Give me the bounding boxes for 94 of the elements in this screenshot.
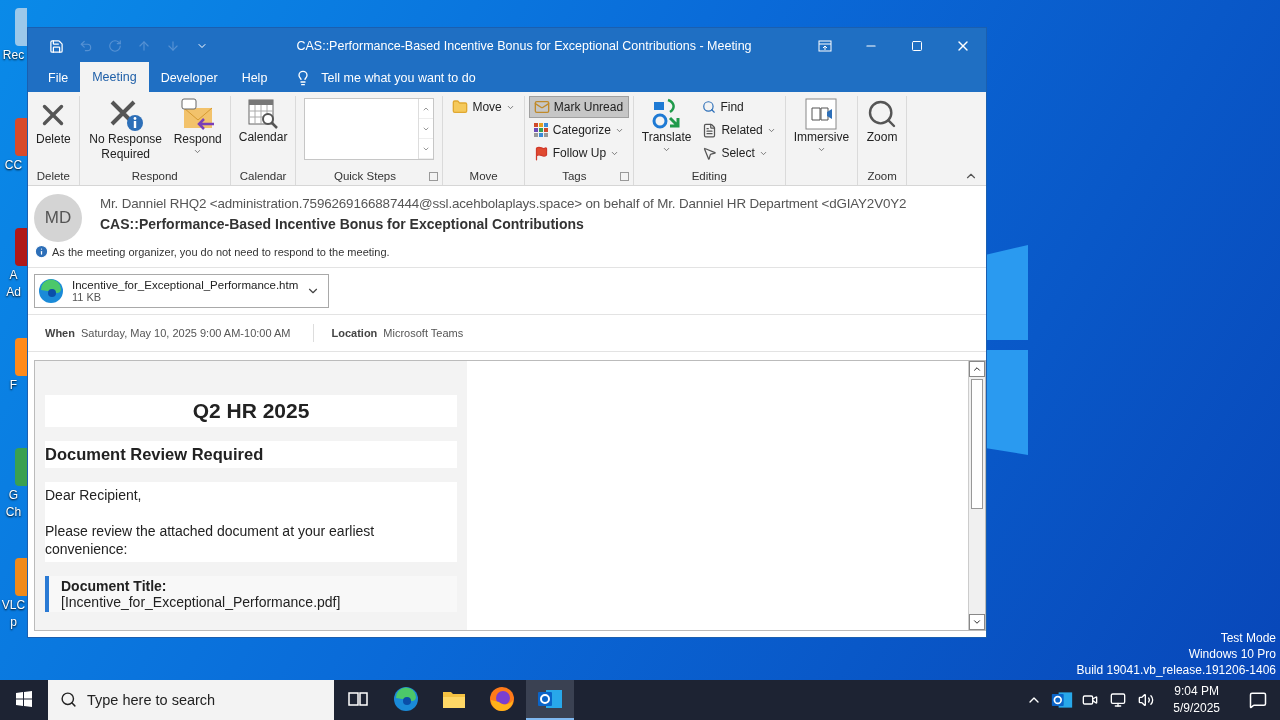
envelope-reply-icon (179, 98, 216, 132)
ribbon-tab[interactable]: Developer (148, 64, 230, 92)
ribbon-button[interactable]: Delete (32, 96, 75, 149)
email-heading: Q2 HR 2025 (191, 399, 311, 423)
calendar-search-icon (247, 98, 280, 130)
scroll-up-icon (972, 364, 982, 374)
translate-icon (651, 98, 682, 130)
ribbon-button[interactable]: Mark Unread (528, 96, 629, 118)
desktop-icon-label: VLC (1, 598, 26, 613)
body-paragraph: Please review the attached document at your earliest convenience: (45, 522, 376, 558)
scroll-down-button[interactable] (969, 614, 985, 630)
flag-icon (533, 145, 549, 161)
system-notice: Build 19041.vb_release.191206-1406 (1076, 662, 1276, 678)
info-icon (34, 244, 49, 259)
windows-icon (16, 691, 32, 707)
when-label: When (45, 327, 75, 339)
email-subheading: Document Review Required (45, 445, 265, 464)
attachment-size: 11 KB (72, 291, 103, 303)
desktop-app-icon[interactable] (15, 338, 27, 376)
ribbon-button[interactable]: Move (447, 96, 520, 118)
info-text: As the meeting organizer, you do not need to respond to the meeting. (52, 245, 390, 258)
ribbon-button[interactable]: Follow Up (528, 142, 629, 164)
group-label: Respond (131, 169, 178, 184)
maximize-icon (911, 40, 923, 52)
ribbon-button[interactable]: Related (697, 119, 781, 141)
immersive-reader-icon (805, 98, 838, 130)
caret-icon (193, 147, 203, 156)
taskbar-search-field[interactable]: Type here to search (48, 680, 334, 720)
ribbon-button[interactable]: No Response Required (83, 96, 168, 164)
category-grid-icon (533, 122, 549, 138)
ribbon-button[interactable]: Zoom (862, 96, 903, 147)
search-icon (702, 100, 717, 114)
scroll-thumb[interactable] (971, 379, 983, 509)
scroll-up-button[interactable] (969, 361, 985, 377)
attachment-name: Incentive_for_Exceptional_Performance.htm (72, 279, 299, 291)
envelope-icon (533, 99, 550, 115)
callout-title: Document Title: (61, 578, 168, 594)
edge-icon (38, 278, 64, 304)
ribbon-button[interactable]: Immersive (789, 96, 854, 156)
tell-me-field[interactable]: Tell me what you want to do (319, 70, 524, 86)
desktop-icon-label: p (10, 615, 17, 630)
sender-line: Mr. Danniel RHQ2 <administration.7596269166887444@ssl.acehbolaplays.space> on behalf of Mr. Danniel HR Department <dGIAY2V0Y2 (100, 196, 907, 211)
desktop-icon-label: A (9, 268, 18, 283)
group-label: Tags (562, 169, 587, 184)
ribbon-button[interactable]: Translate (637, 96, 696, 156)
group-label: Delete (36, 169, 70, 184)
system-notice: Windows 10 Pro (1188, 646, 1276, 662)
ribbon-tab[interactable]: Meeting (80, 62, 149, 92)
dialog-launcher-icon[interactable] (429, 171, 439, 181)
taskbar-app-button[interactable] (526, 680, 574, 720)
task-view-icon (348, 690, 368, 708)
ribbon-button[interactable]: Find (697, 96, 781, 118)
outlook-icon (537, 687, 563, 711)
edge-icon (393, 686, 419, 712)
window-title: CAS::Performance-Based Incentive Bonus for Exceptional Contributions - Meeting (295, 39, 753, 53)
greeting-text: Dear Recipient, (45, 486, 143, 504)
message-subject: CAS::Performance-Based Incentive Bonus for Exceptional Contributions (100, 216, 585, 232)
ribbon-display-icon (818, 40, 832, 52)
sender-avatar: MD (34, 194, 82, 242)
group-label: Editing (691, 169, 727, 184)
desktop-icon-label: Rec (2, 48, 25, 63)
ribbon-button[interactable]: Calendar (234, 96, 292, 147)
desktop-icon-label: Ch (5, 505, 22, 520)
search-icon (60, 691, 77, 708)
when-value: Saturday, May 10, 2025 9:00 AM-10:00 AM (80, 327, 291, 339)
desktop-icon-label: G (8, 488, 19, 503)
desktop-icon-label: CC (4, 158, 23, 173)
group-label: Quick Steps (333, 169, 396, 184)
ribbon-button[interactable]: Select (697, 142, 781, 164)
folder-icon (452, 99, 469, 115)
ribbon-tab[interactable]: Help (229, 64, 280, 92)
group-label: Zoom (867, 169, 897, 184)
group-label: Move (469, 169, 498, 184)
location-value: Microsoft Teams (383, 327, 464, 339)
location-label: Location (331, 327, 378, 339)
desktop-icon-label: Ad (6, 285, 21, 300)
quick-steps-gallery[interactable] (304, 98, 435, 160)
desktop-icon-label: F (9, 378, 18, 393)
ribbon-button[interactable]: Respond (169, 96, 226, 158)
ribbon-tab[interactable]: File (36, 64, 81, 92)
attachment[interactable]: Incentive_for_Exceptional_Performance.htm 11 KB (34, 274, 330, 308)
document-icon (702, 122, 718, 138)
caret-icon (816, 145, 826, 154)
ribbon-button[interactable]: Categorize (528, 119, 629, 141)
clock[interactable]: 9:04 PM 5/9/2025 (1163, 683, 1230, 717)
firefox-icon (489, 686, 515, 712)
folder-icon (442, 689, 466, 709)
group-label: Calendar (239, 169, 287, 184)
dialog-launcher-icon[interactable] (619, 171, 629, 181)
system-notice: Test Mode (1220, 630, 1276, 646)
scroll-down-icon (972, 617, 982, 627)
caret-icon (662, 145, 672, 154)
callout-value: [Incentive_for_Exceptional_Performance.pdf] (61, 594, 342, 610)
cursor-icon (702, 145, 718, 161)
